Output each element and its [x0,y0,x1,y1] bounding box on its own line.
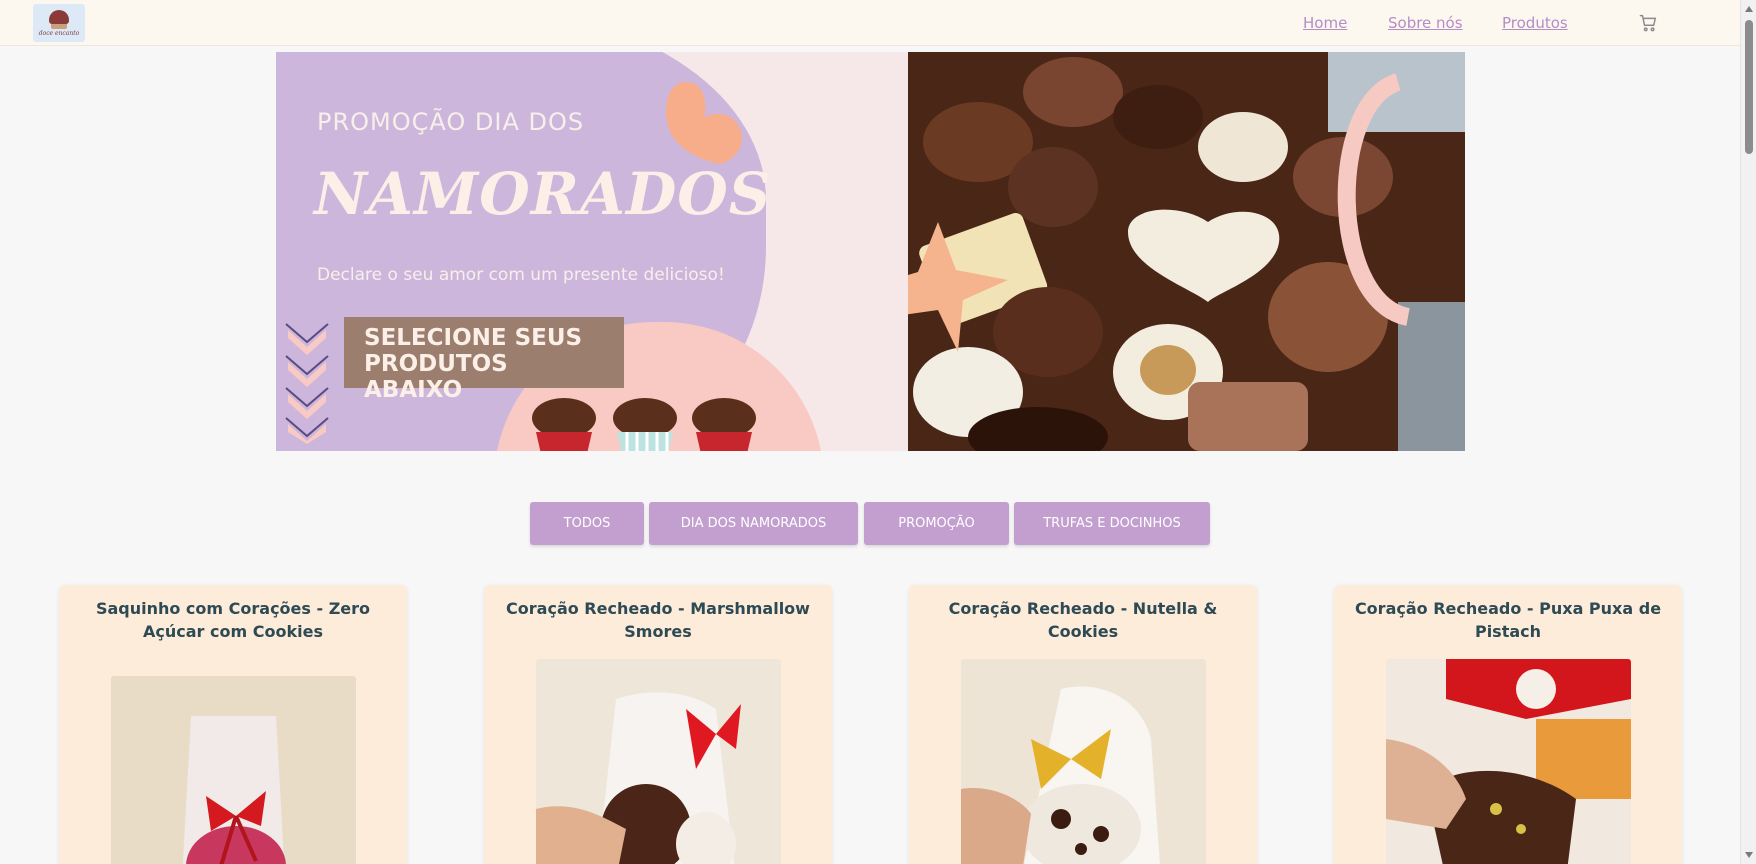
cta-text: SELECIONE SEUS PRODUTOS ABAIXO [364,325,583,403]
product-card[interactable]: Coração Recheado - Puxa Puxa de Pistach [1334,585,1682,864]
product-image[interactable] [536,659,781,864]
product-title: Coração Recheado - Marshmallow Smores [506,599,810,641]
product-card[interactable]: Coração Recheado - Marshmallow Smores [484,585,832,864]
cta-select-products: SELECIONE SEUS PRODUTOS ABAIXO [344,317,624,403]
promo-subtitle: Declare o seu amor com um presente delic… [317,265,725,285]
product-image[interactable] [111,676,356,864]
product-image[interactable] [961,659,1206,864]
brand-logo[interactable]: doce encanto [33,4,85,42]
promo-banner: PROMOÇÃO DIA DOS NAMORADOS Declare o seu… [276,52,1465,451]
logo-text: doce encanto [38,29,80,37]
scroll-down-arrow-icon[interactable] [1745,852,1753,858]
cake-icon [49,9,69,29]
product-image[interactable] [1386,659,1631,864]
page-scrollbar[interactable] [1740,0,1756,864]
top-navbar: doce encanto Home Sobre nós Produtos [0,0,1740,46]
product-card[interactable]: Coração Recheado - Nutella & Cookies [909,585,1257,864]
chocolate-box-image [908,52,1465,451]
product-card[interactable]: Saquinho com Corações - Zero Açúcar com … [59,585,407,864]
product-title: Saquinho com Corações - Zero Açúcar com … [95,599,371,641]
filter-promocao-button[interactable]: PROMOÇÃO [864,502,1009,545]
heart-icon [666,82,742,164]
promo-headline-small: PROMOÇÃO DIA DOS [317,108,585,136]
filter-todos-button[interactable]: TODOS [530,502,644,545]
nav-link-home[interactable]: Home [1303,14,1347,32]
promo-headline-big: NAMORADOS [314,160,772,228]
chevrons-decoration-icon [285,323,329,444]
filter-trufas-e-docinhos-button[interactable]: TRUFAS E DOCINHOS [1014,502,1210,545]
filter-dia-dos-namorados-button[interactable]: DIA DOS NAMORADOS [649,502,858,545]
product-title: Coração Recheado - Nutella & Cookies [948,599,1218,641]
brigadeiros-illustration [532,398,756,451]
product-title: Coração Recheado - Puxa Puxa de Pistach [1354,599,1662,641]
scroll-up-arrow-icon[interactable] [1745,6,1753,12]
nav-link-produtos[interactable]: Produtos [1502,14,1568,32]
nav-link-sobre-nos[interactable]: Sobre nós [1388,14,1463,32]
banner-text-panel: PROMOÇÃO DIA DOS NAMORADOS Declare o seu… [276,52,908,451]
chocolates-photo [908,52,1465,451]
scrollbar-thumb[interactable] [1745,20,1753,154]
shopping-cart-icon[interactable] [1637,12,1659,34]
